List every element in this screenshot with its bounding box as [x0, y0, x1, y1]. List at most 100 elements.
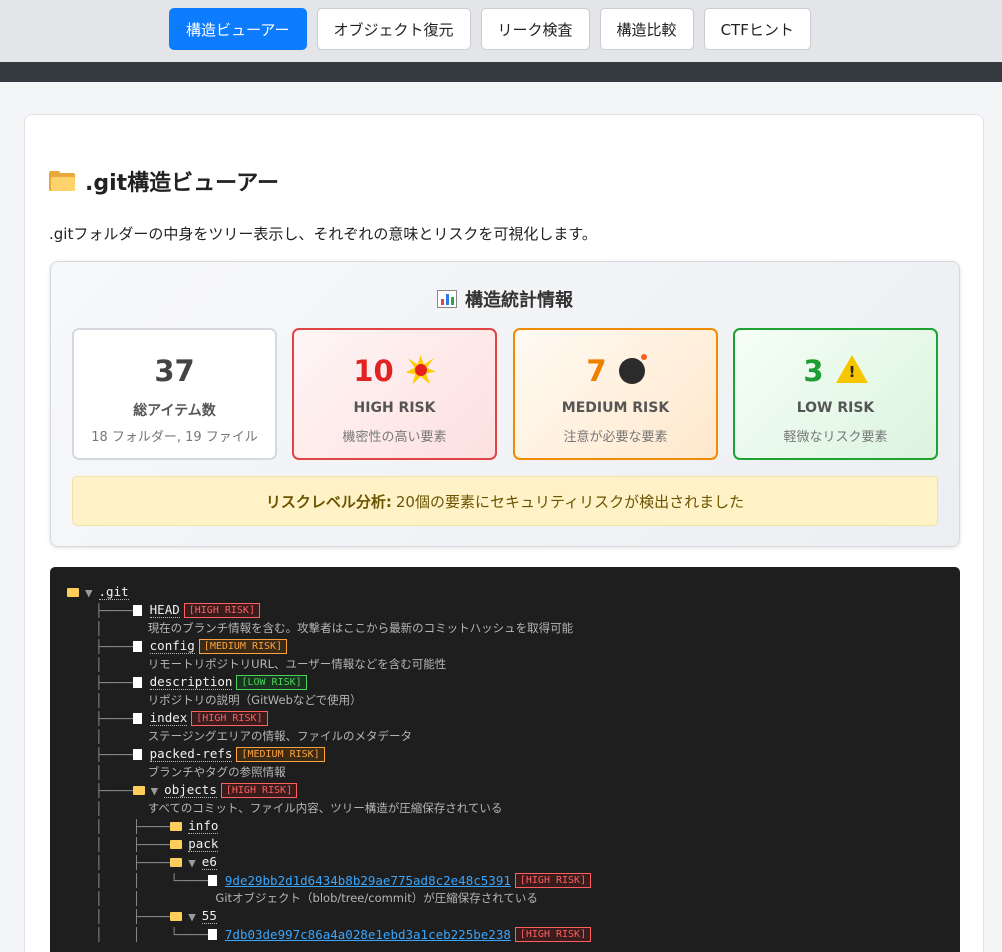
tab-leak-check[interactable]: リーク検査: [480, 8, 590, 50]
tree-row: ├──── description [LOW RISK]: [95, 673, 307, 691]
tree-row: ├──── ▼ objects [HIGH RISK]: [95, 781, 298, 799]
risk-badge: [HIGH RISK]: [183, 602, 260, 618]
tree-note-row: │ すべてのコミット、ファイル内容、ツリー構造が圧縮保存されている: [95, 800, 503, 816]
stat-high-label: HIGH RISK: [353, 400, 436, 416]
risk-badge: [MEDIUM RISK]: [236, 746, 325, 762]
tree-row: │ ├──── ▼ e6: [95, 854, 217, 870]
file-icon: [132, 676, 142, 688]
stats-panel: 構造統計情報 37 総アイテム数 18 フォルダー, 19 ファイル 10 HI…: [50, 261, 960, 547]
tree-row: ├──── config [MEDIUM RISK]: [95, 637, 288, 655]
tree-row: ├──── HEAD [HIGH RISK]: [95, 601, 260, 619]
tree-row: │ ├──── info: [95, 818, 219, 834]
stat-low-number-row: 3!: [735, 354, 936, 388]
object-hash-link[interactable]: 9de29bb2d1d6434b8b29ae775ad8c2e48c5391: [225, 873, 511, 888]
tab-bar: 構造ビューアー オブジェクト復元 リーク検査 構造比較 CTFヒント: [169, 8, 811, 50]
page-title-text: .git構造ビューアー: [85, 171, 279, 196]
stats-title: 構造統計情報: [51, 286, 959, 312]
stat-high-sub: 機密性の高い要素: [342, 430, 447, 445]
file-icon: [132, 748, 142, 760]
header-bar: [0, 62, 1002, 82]
folder-icon: [170, 911, 183, 921]
expand-arrow-icon: ▼: [150, 782, 159, 798]
tree-row: │ │ └──── 9de29bb2d1d6434b8b29ae775ad8c2e…: [95, 871, 592, 889]
tree-note-row: │ 現在のブランチ情報を含む。攻撃者はここから最新のコミットハッシュを取得可能: [95, 620, 574, 636]
tab-ctf-hints[interactable]: CTFヒント: [703, 8, 811, 50]
stat-low-number: 3: [803, 354, 824, 388]
expand-arrow-icon: ▼: [188, 854, 196, 870]
folder-icon: [67, 587, 79, 597]
tree-note-row: │ ステージングエリアの情報、ファイルのメタデータ: [95, 728, 412, 744]
file-icon: [132, 640, 142, 652]
risk-badge: [HIGH RISK]: [514, 926, 592, 942]
stat-low-sub: 軽微なリスク要素: [783, 430, 888, 445]
file-icon: [132, 604, 142, 616]
tree-root-name[interactable]: .git: [98, 584, 129, 600]
tree-item-name[interactable]: 55: [201, 908, 217, 924]
risk-badge: [HIGH RISK]: [191, 710, 268, 726]
stat-total-number: 37: [154, 354, 195, 388]
tree-row: │ ├──── pack: [95, 836, 219, 852]
tree-item-name[interactable]: HEAD: [149, 602, 180, 618]
stat-low-label: LOW RISK: [796, 400, 875, 416]
file-icon: [207, 928, 217, 940]
object-hash-link[interactable]: 7db03de997c86a4a028e1ebd3a1ceb225be238: [225, 927, 511, 942]
tree-item-name[interactable]: e6: [201, 854, 217, 870]
folder-icon: [132, 785, 145, 795]
tree-item-note: ステージングエリアの情報、ファイルのメタデータ: [147, 729, 412, 743]
stat-total-label: 総アイテム数: [133, 403, 216, 419]
stat-total-sub: 18 フォルダー, 19 ファイル: [91, 430, 258, 445]
risk-analysis-banner: リスクレベル分析: 20個の要素にセキュリティリスクが検出されました: [72, 476, 938, 526]
risk-analysis-label: リスクレベル分析:: [265, 492, 392, 511]
tab-structure-compare[interactable]: 構造比較: [599, 8, 694, 50]
tree-item-name[interactable]: pack: [188, 836, 219, 852]
warning-icon: !: [835, 355, 868, 383]
stat-medium-label: MEDIUM RISK: [561, 400, 670, 416]
page-description: .gitフォルダーの中身をツリー表示し、それぞれの意味とリスクを可視化します。: [49, 225, 597, 243]
tree-item-note: ブランチやタグの参照情報: [147, 765, 286, 779]
stat-high-box: 10 HIGH RISK 機密性の高い要素: [292, 328, 497, 460]
tree-note-row: │ リポジトリの説明（GitWebなどで使用）: [95, 692, 362, 708]
tree-item-note: リモートリポジトリURL、ユーザー情報などを含む可能性: [147, 657, 447, 671]
page-title: .git構造ビューアー: [49, 165, 279, 197]
risk-badge: [HIGH RISK]: [220, 782, 298, 798]
tree-row: │ ├──── ▼ 55: [95, 908, 217, 924]
risk-badge: [MEDIUM RISK]: [198, 638, 288, 654]
tree-row: ├──── packed-refs [MEDIUM RISK]: [95, 745, 325, 763]
tree-item-note: すべてのコミット、ファイル内容、ツリー構造が圧縮保存されている: [147, 801, 503, 815]
expand-arrow-icon: ▼: [188, 908, 196, 924]
folder-icon: [170, 857, 183, 867]
stat-medium-number-row: 7: [515, 354, 716, 388]
tree-root-row[interactable]: ▼ .git: [67, 583, 129, 601]
folder-icon: [49, 171, 75, 191]
expand-arrow-icon: ▼: [85, 584, 93, 600]
file-icon: [132, 712, 142, 724]
tree-item-name[interactable]: description: [149, 674, 233, 690]
git-tree-view: ▼ .git ├──── HEAD [HIGH RISK] │ 現在のブランチ情報を含…: [50, 567, 960, 952]
stat-high-number: 10: [353, 354, 394, 388]
tree-note-row: │ リモートリポジトリURL、ユーザー情報などを含む可能性: [95, 656, 447, 672]
tree-item-name[interactable]: config: [149, 638, 195, 654]
tree-note-row: │ │ Gitオブジェクト（blob/tree/commit）が圧縮保存されてい…: [95, 890, 538, 906]
stat-high-number-row: 10: [294, 354, 495, 388]
stat-medium-sub: 注意が必要な要素: [563, 430, 668, 445]
tab-object-restore[interactable]: オブジェクト復元: [316, 8, 471, 50]
tree-row: ├──── index [HIGH RISK]: [95, 709, 268, 727]
bomb-icon: [618, 354, 647, 384]
stat-medium-box: 7 MEDIUM RISK 注意が必要な要素: [513, 328, 718, 460]
tree-item-name[interactable]: objects: [164, 782, 217, 798]
top-navigation: 構造ビューアー オブジェクト復元 リーク検査 構造比較 CTFヒント: [0, 0, 1002, 62]
tree-item-note: リポジトリの説明（GitWebなどで使用）: [147, 693, 362, 707]
folder-icon: [170, 839, 183, 849]
tree-item-name[interactable]: packed-refs: [149, 746, 233, 762]
bar-chart-icon: [437, 290, 457, 308]
tree-item-name[interactable]: index: [149, 710, 188, 726]
file-icon: [207, 874, 217, 886]
tree-item-name[interactable]: info: [188, 818, 219, 834]
stat-medium-number: 7: [586, 354, 607, 388]
stat-low-box: 3! LOW RISK 軽微なリスク要素: [733, 328, 938, 460]
stats-title-text: 構造統計情報: [465, 290, 573, 311]
collision-icon: [405, 355, 436, 385]
main-card: .git構造ビューアー .gitフォルダーの中身をツリー表示し、それぞれの意味と…: [24, 114, 984, 952]
tab-structure-viewer[interactable]: 構造ビューアー: [169, 8, 307, 50]
tree-item-note: Gitオブジェクト（blob/tree/commit）が圧縮保存されている: [215, 891, 538, 905]
